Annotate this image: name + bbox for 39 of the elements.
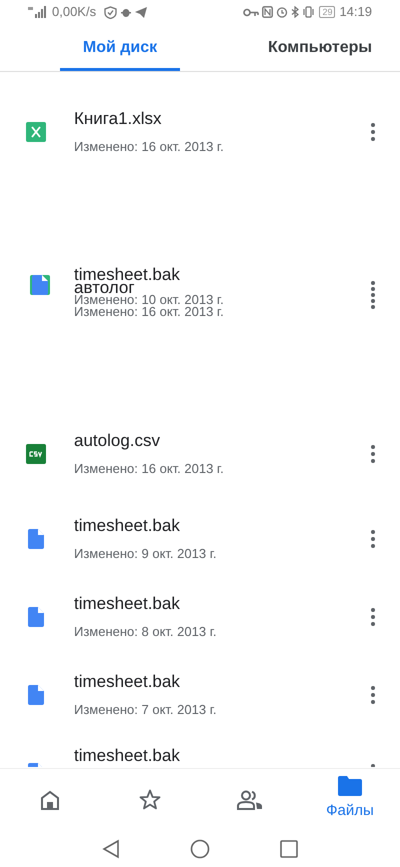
- csv-file-icon: [26, 444, 46, 464]
- home-icon: [39, 790, 61, 810]
- key-icon: [243, 8, 260, 16]
- file-name[interactable]: autolog.csv: [74, 431, 363, 451]
- file-name[interactable]: timesheet.bak: [74, 594, 363, 614]
- document-icon: [28, 685, 44, 705]
- signal-icon: [28, 6, 46, 18]
- file-name[interactable]: timesheet.bak: [74, 516, 363, 536]
- bug-icon: [121, 6, 132, 18]
- bluetooth-icon: [291, 6, 300, 18]
- nav-tab[interactable]: Файлы: [300, 769, 400, 830]
- battery-indicator: 29: [319, 6, 336, 18]
- people-icon: [237, 790, 263, 810]
- modified-date: Изменено: 7 окт. 2013 г.: [74, 702, 218, 718]
- network-speed: 0,00K/s: [52, 3, 96, 22]
- modified-date: Изменено: 16 окт. 2013 г.: [74, 461, 225, 477]
- file-name[interactable]: timesheet.bak: [74, 265, 180, 285]
- modified-date: Изменено: 16 окт. 2013 г.: [74, 304, 224, 320]
- nfc-icon: [262, 6, 274, 18]
- document-icon: [28, 529, 44, 549]
- tab[interactable]: Мой диск: [60, 27, 180, 71]
- home-circle-icon[interactable]: [190, 838, 210, 858]
- clock: 14:19: [339, 3, 372, 22]
- file-name[interactable]: Книга1.xlsx: [74, 109, 363, 129]
- file-name[interactable]: timesheet.bak: [74, 746, 363, 766]
- vibrate-icon: [302, 6, 316, 18]
- tab[interactable]: Компьютеры: [260, 27, 380, 71]
- modified-date: Изменено: 10 окт. 2013 г.: [74, 292, 224, 307]
- file-name[interactable]: timesheet.bak: [74, 672, 363, 692]
- modified-date: Изменено: 16 окт. 2013 г.: [74, 139, 225, 155]
- modified-date: Изменено: 8 окт. 2013 г.: [74, 624, 218, 640]
- folder-icon: [338, 776, 362, 796]
- shield-icon: [104, 6, 118, 18]
- star-icon: [139, 789, 161, 810]
- document-icon: [28, 607, 44, 627]
- send-icon: [135, 6, 148, 18]
- recents-icon[interactable]: [280, 840, 298, 858]
- modified-date: Изменено: 9 окт. 2013 г.: [74, 546, 218, 562]
- back-icon[interactable]: [102, 838, 120, 858]
